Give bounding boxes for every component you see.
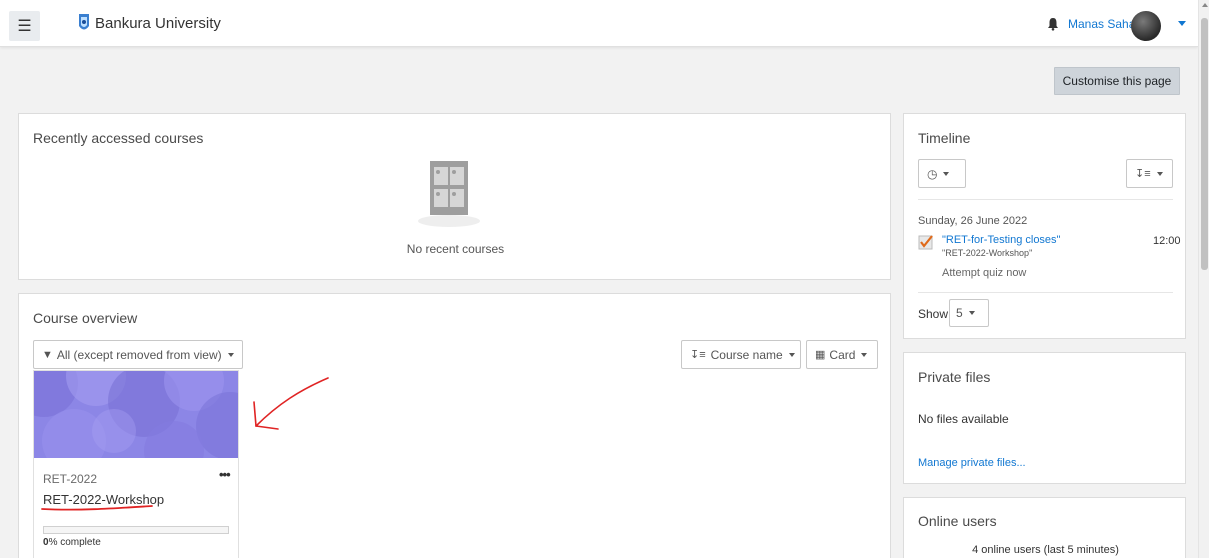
view-dropdown[interactable]: ▦ Card bbox=[806, 340, 878, 369]
manage-private-files-link[interactable]: Manage private files... bbox=[918, 457, 1026, 469]
site-name-link[interactable]: Bankura University bbox=[95, 15, 221, 32]
timeline-title: Timeline bbox=[918, 130, 971, 146]
timeline-event-action[interactable]: Attempt quiz now bbox=[942, 267, 1026, 279]
course-category: RET-2022 bbox=[43, 472, 98, 486]
timeline-block: Timeline ◷ ↧≡ Sunday, 26 June 2022 "RET-… bbox=[903, 113, 1186, 339]
university-logo-icon[interactable] bbox=[77, 12, 91, 34]
timeline-event-course: "RET-2022-Workshop" bbox=[942, 248, 1033, 258]
online-users-summary: 4 online users (last 5 minutes) bbox=[972, 544, 1119, 556]
timeline-show-value: 5 bbox=[956, 306, 963, 320]
timeline-event-time: 12:00 bbox=[1153, 235, 1181, 247]
scrollbar-thumb[interactable] bbox=[1201, 18, 1208, 270]
sort-label: Course name bbox=[710, 347, 783, 362]
timeline-sort-dropdown[interactable]: ↧≡ bbox=[1126, 159, 1173, 188]
course-overview-block: Course overview ▼ All (except removed fr… bbox=[18, 293, 891, 558]
recent-courses-title: Recently accessed courses bbox=[33, 130, 204, 146]
private-files-title: Private files bbox=[918, 369, 991, 385]
chevron-down-icon bbox=[861, 352, 868, 357]
grid-icon: ▦ bbox=[815, 349, 826, 361]
recent-courses-block: Recently accessed courses No recent cour… bbox=[18, 113, 891, 280]
chevron-down-icon bbox=[1156, 171, 1163, 176]
divider bbox=[918, 292, 1173, 293]
course-overview-title: Course overview bbox=[33, 310, 138, 326]
chevron-down-icon bbox=[943, 171, 950, 176]
hamburger-icon: ☰ bbox=[17, 18, 32, 35]
sort-icon: ↧≡ bbox=[1135, 168, 1151, 180]
courses-placeholder-icon bbox=[418, 161, 480, 227]
sort-dropdown[interactable]: ↧≡ Course name bbox=[681, 340, 801, 369]
timeline-date-heading: Sunday, 26 June 2022 bbox=[918, 215, 1028, 227]
online-users-title: Online users bbox=[918, 513, 997, 529]
course-progress-text: 0% complete bbox=[43, 537, 101, 548]
chevron-down-icon[interactable] bbox=[1178, 21, 1186, 26]
ellipsis-icon: ••• bbox=[219, 467, 231, 482]
private-files-block: Private files No files available Manage … bbox=[903, 352, 1186, 484]
menu-toggle-button[interactable]: ☰ bbox=[9, 11, 40, 41]
timeline-show-label: Show bbox=[918, 307, 949, 321]
course-filter-label: All (except removed from view) bbox=[56, 347, 222, 362]
course-card[interactable]: RET-2022 ••• RET-2022-Workshop 0% comple… bbox=[33, 370, 239, 558]
bell-icon[interactable] bbox=[1046, 17, 1060, 31]
sort-icon: ↧≡ bbox=[690, 349, 706, 361]
chevron-down-icon bbox=[968, 311, 975, 315]
course-image[interactable] bbox=[34, 371, 238, 458]
chevron-down-icon bbox=[788, 352, 795, 357]
view-label: Card bbox=[829, 347, 856, 362]
filter-icon: ▼ bbox=[42, 348, 53, 361]
customise-page-button[interactable]: Customise this page bbox=[1054, 67, 1180, 95]
top-navbar: ☰ Bankura University Manas Saha bbox=[0, 0, 1198, 47]
chevron-down-icon bbox=[227, 352, 234, 357]
timeline-filter-dropdown[interactable]: ◷ bbox=[918, 159, 966, 188]
course-name-link[interactable]: RET-2022-Workshop bbox=[43, 492, 164, 507]
timeline-show-dropdown[interactable]: 5 bbox=[949, 299, 989, 327]
scroll-up-arrow-icon[interactable] bbox=[1202, 3, 1208, 7]
page-scrollbar[interactable] bbox=[1198, 0, 1209, 558]
online-users-block: Online users 4 online users (last 5 minu… bbox=[903, 497, 1186, 558]
avatar[interactable] bbox=[1131, 11, 1161, 41]
quiz-icon bbox=[918, 235, 933, 250]
divider bbox=[918, 199, 1173, 200]
course-progress-suffix: % complete bbox=[48, 537, 101, 548]
private-files-empty-text: No files available bbox=[918, 412, 1009, 426]
course-actions-menu[interactable]: ••• bbox=[219, 467, 231, 482]
course-progress-bar bbox=[43, 526, 229, 534]
user-menu-name[interactable]: Manas Saha bbox=[1068, 17, 1135, 31]
course-filter-dropdown[interactable]: ▼ All (except removed from view) bbox=[33, 340, 243, 369]
clock-icon: ◷ bbox=[927, 166, 938, 181]
timeline-event-link[interactable]: "RET-for-Testing closes" bbox=[942, 234, 1060, 246]
no-recent-courses-text: No recent courses bbox=[406, 242, 505, 256]
